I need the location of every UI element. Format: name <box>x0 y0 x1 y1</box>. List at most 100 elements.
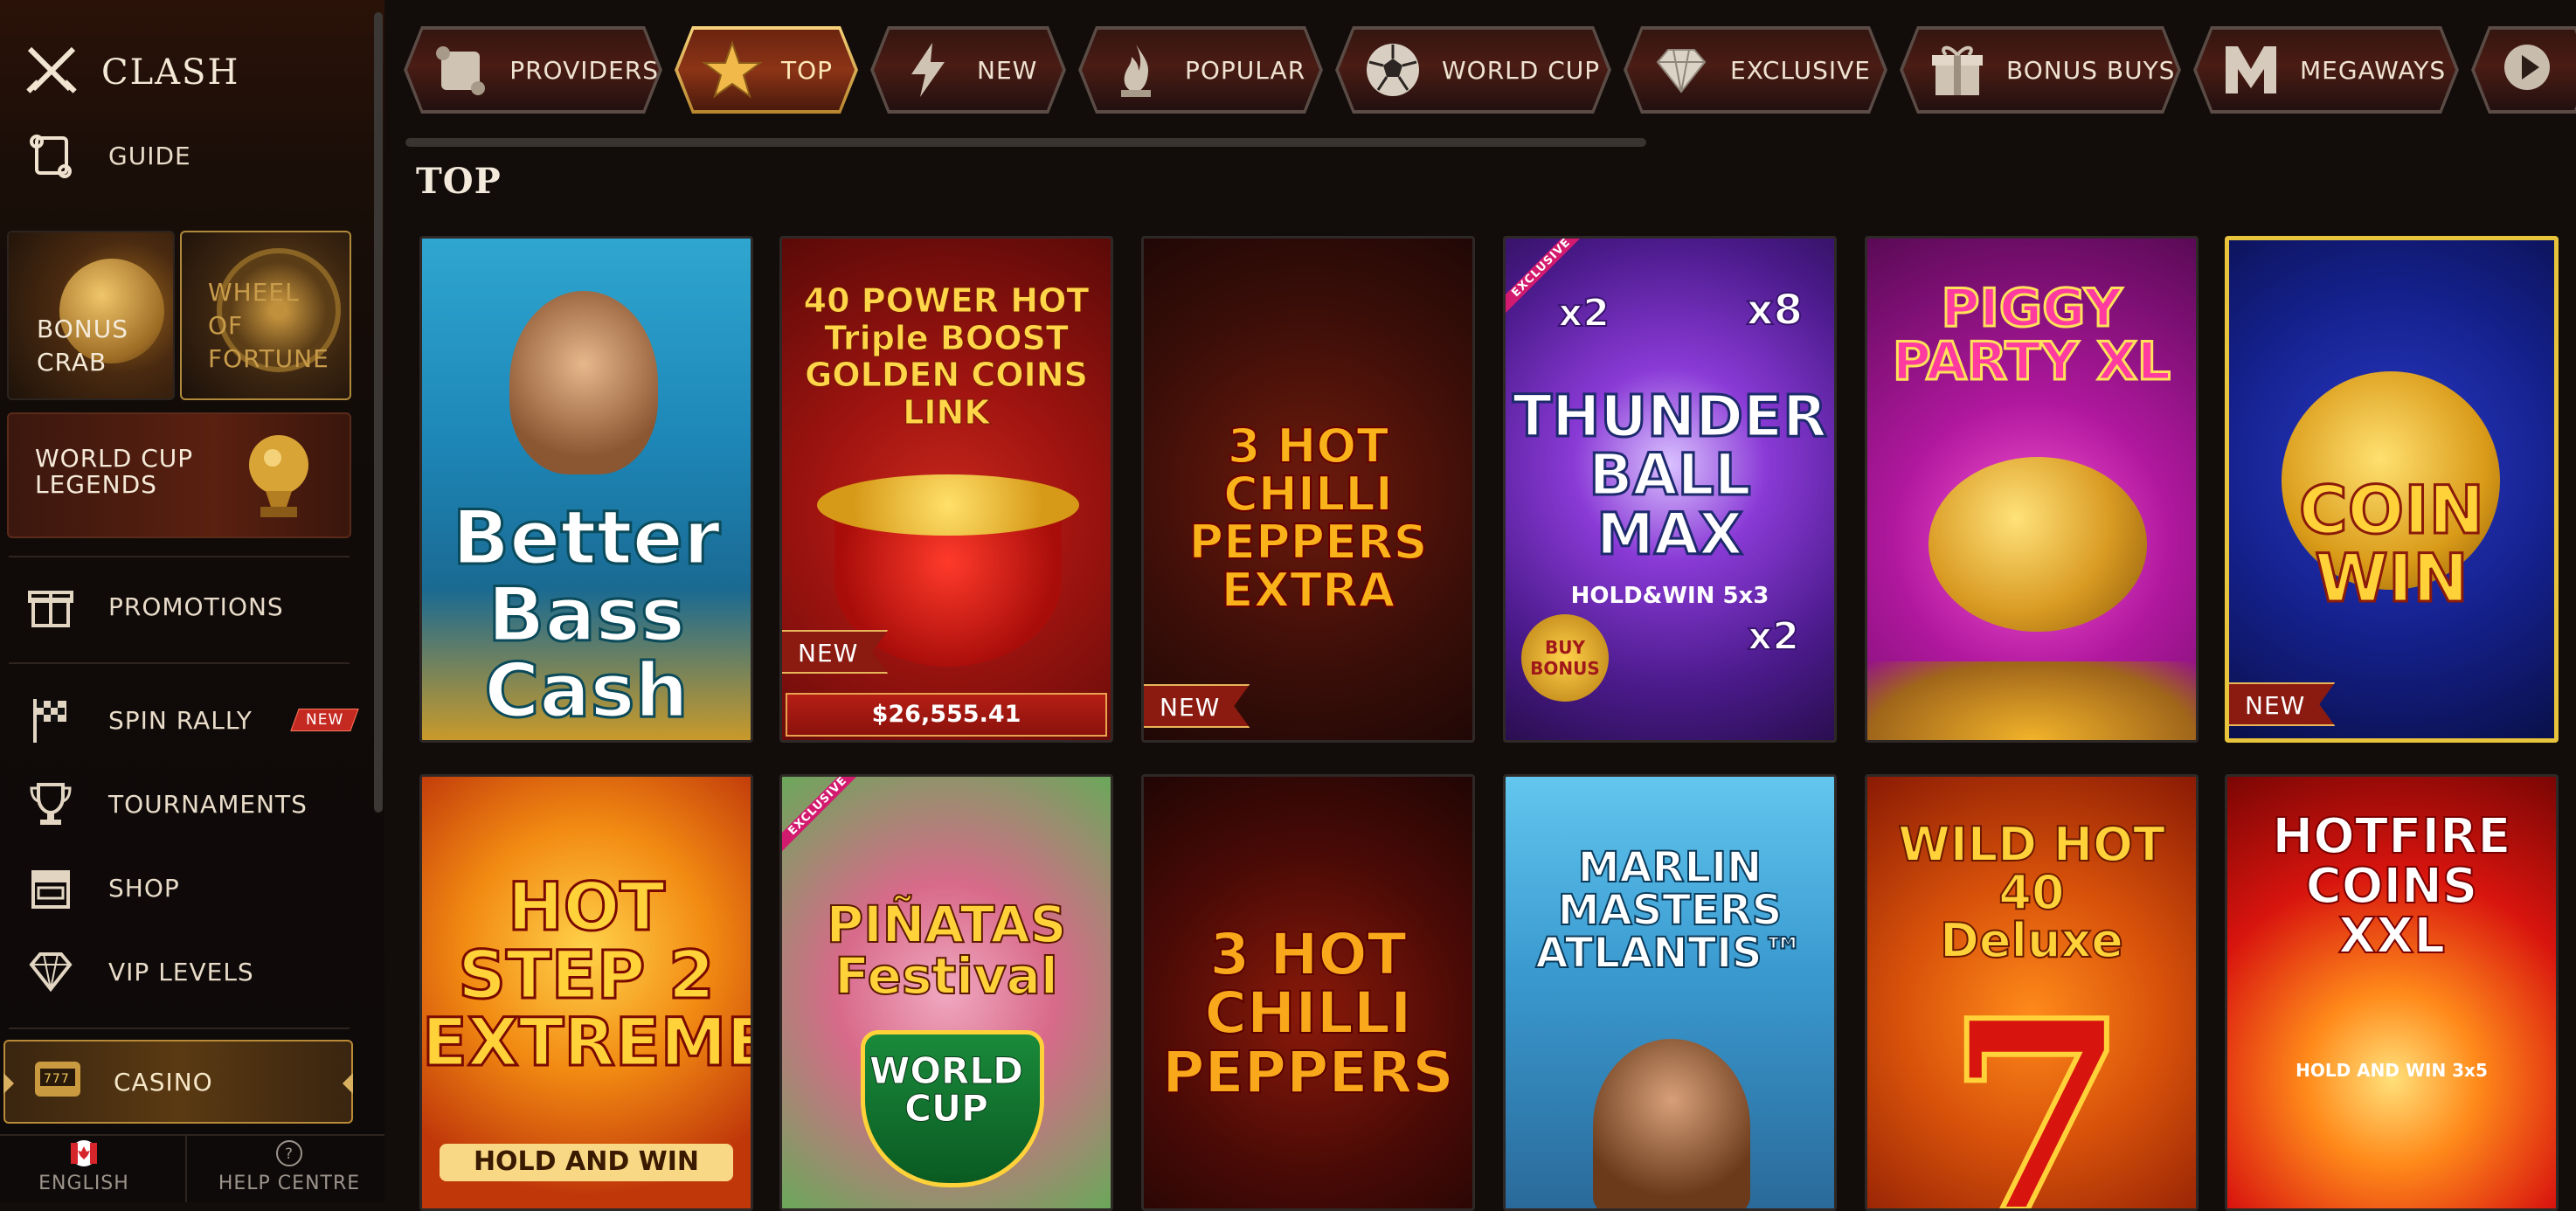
tab-label: MEGAWAYS <box>2300 55 2447 85</box>
multiplier-label: x2 <box>1557 290 1610 336</box>
game-title: COIN WIN <box>2297 471 2485 617</box>
game-title: PIGGY PARTY XL <box>1891 278 2171 393</box>
lightning-icon <box>893 35 963 105</box>
tab-exclusive[interactable]: EXCLUSIVE <box>1624 26 1887 114</box>
help-centre-link[interactable]: ? HELP CENTRE <box>215 1139 364 1202</box>
game-subtitle: HOLD&WIN 5x3 <box>1570 583 1769 609</box>
sidebar-item-promotions[interactable]: PROMOTIONS <box>24 582 284 631</box>
tab-top[interactable]: TOP <box>675 26 858 114</box>
sidebar-item-shop[interactable]: SHOP <box>24 863 180 912</box>
game-card[interactable]: WILD HOT 40 Deluxe 7 <box>1865 774 2199 1211</box>
buy-bonus-badge: BUY BONUS <box>1521 614 1609 702</box>
soccer-ball-icon <box>1358 35 1428 105</box>
tab-label: NEW <box>977 55 1038 85</box>
canada-flag-icon <box>70 1139 98 1173</box>
diamond-icon <box>1646 35 1716 105</box>
game-title: HOTFIRE COINS XXL <box>2271 808 2511 965</box>
tab-label: EXCLUSIVE <box>1730 55 1871 85</box>
tab-world-cup[interactable]: WORLD CUP <box>1335 26 1611 114</box>
golden-trophy-icon <box>239 430 318 524</box>
divider <box>9 1028 350 1029</box>
sidebar-item-vip-levels[interactable]: VIP LEVELS <box>24 947 254 996</box>
sidebar: CLASH GUIDE BONUS CRAB WHEEL OF FORTUNE … <box>0 0 384 1202</box>
game-card[interactable]: MARLIN MASTERS ATLANTIS™ <box>1503 774 1837 1211</box>
game-title: 3 HOT CHILLI PEPPERS <box>1161 921 1455 1106</box>
sidebar-item-label: VIP LEVELS <box>108 957 254 986</box>
trophy-icon <box>24 779 77 828</box>
gift-box-icon <box>24 582 77 631</box>
tab-popular[interactable]: POPULAR <box>1078 26 1323 114</box>
wheel-of-fortune-tile[interactable]: WHEEL OF FORTUNE <box>180 231 351 400</box>
language-selector[interactable]: ENGLISH <box>31 1139 136 1202</box>
tab-megaways[interactable]: MEGAWAYS <box>2193 26 2459 114</box>
sidebar-item-label: PROMOTIONS <box>108 592 284 621</box>
game-title: THUNDER BALL MAX <box>1512 383 1829 568</box>
game-subtitle: HOLD AND WIN <box>440 1144 733 1181</box>
game-card[interactable]: Better Bass Cash <box>419 236 753 743</box>
svg-text:777: 777 <box>44 1072 70 1086</box>
game-card[interactable]: 3 HOT CHILLI PEPPERS <box>1141 774 1475 1211</box>
world-cup-legends-label: WORLD CUP LEGENDS <box>35 444 194 499</box>
help-label: HELP CENTRE <box>218 1173 361 1194</box>
lucky-seven-graphic: 7 <box>1943 963 2131 1211</box>
game-title: PIÑATAS Festival <box>826 895 1068 1007</box>
tabs-scrollbar[interactable] <box>405 138 1646 147</box>
section-title: TOP <box>416 161 502 202</box>
divider <box>9 662 350 664</box>
tab-label: PROVIDERS <box>509 55 659 85</box>
sidebar-item-label: CASINO <box>114 1067 213 1097</box>
tab-providers[interactable]: PROVIDERS <box>404 26 662 114</box>
new-badge: NEW <box>1144 684 1250 728</box>
game-card[interactable]: EXCLUSIVE x2 x8 THUNDER BALL MAX HOLD&WI… <box>1503 236 1837 743</box>
help-icon: ? <box>275 1139 303 1173</box>
tab-bonus-buys[interactable]: BONUS BUYS <box>1900 26 2181 114</box>
game-title: WILD HOT 40 Deluxe <box>1897 817 2166 969</box>
game-subtitle: HOLD AND WIN 3x5 <box>2296 1060 2488 1081</box>
sidebar-item-spin-rally[interactable]: SPIN RALLY NEW <box>24 695 359 744</box>
next-tabs-button[interactable] <box>2471 26 2576 114</box>
game-card[interactable]: HOTFIRE COINS XXL HOLD AND WIN 3x5 <box>2225 774 2559 1211</box>
sidebar-scrollbar[interactable] <box>374 12 383 813</box>
game-title: HOT STEP 2 EXTREME <box>422 868 753 1082</box>
jackpot-amount: $26,555.41 <box>786 693 1107 737</box>
game-title: 40 POWER HOT Triple BOOST GOLDEN COINS L… <box>803 281 1090 432</box>
new-badge: NEW <box>290 709 359 731</box>
game-card[interactable]: PIGGY PARTY XL <box>1865 236 2199 743</box>
bonus-crab-tile[interactable]: BONUS CRAB <box>7 231 175 400</box>
game-card[interactable]: 40 POWER HOT Triple BOOST GOLDEN COINS L… <box>779 236 1113 743</box>
sidebar-item-casino[interactable]: 777 CASINO <box>3 1040 353 1124</box>
diamond-icon <box>24 947 77 996</box>
checkered-flag-icon <box>24 695 77 744</box>
game-card[interactable]: EXCLUSIVE PIÑATAS Festival WORLD CUP <box>779 774 1113 1211</box>
language-label: ENGLISH <box>38 1173 129 1194</box>
right-notch <box>343 1073 353 1094</box>
sidebar-item-label: GUIDE <box>108 141 191 170</box>
poseidon-character <box>1593 1039 1750 1208</box>
game-card[interactable]: COIN WIN NEW <box>2225 236 2559 743</box>
sidebar-item-guide[interactable]: GUIDE <box>24 131 191 180</box>
game-title: MARLIN MASTERS ATLANTIS™ <box>1534 843 1804 978</box>
game-title: 3 HOT CHILLI PEPPERS EXTRA <box>1188 419 1429 619</box>
game-card[interactable]: HOT STEP 2 EXTREME HOLD AND WIN <box>419 774 753 1211</box>
game-subtitle: WORLD CUP <box>869 1049 1024 1130</box>
brand-name: CLASH <box>101 52 240 93</box>
brand-logo[interactable]: CLASH <box>24 44 239 101</box>
fisherman-character <box>509 291 658 474</box>
game-card[interactable]: 3 HOT CHILLI PEPPERS EXTRA NEW <box>1141 236 1475 743</box>
divider <box>185 1136 187 1202</box>
gold-coins-graphic <box>1867 661 2196 740</box>
sidebar-item-label: SPIN RALLY <box>108 705 253 735</box>
tab-new[interactable]: NEW <box>870 26 1066 114</box>
world-cup-legends-tile[interactable]: WORLD CUP LEGENDS <box>7 412 351 538</box>
divider <box>9 556 350 557</box>
new-badge: NEW <box>2229 682 2335 726</box>
shop-icon <box>24 863 77 912</box>
scroll-icon <box>426 35 495 105</box>
game-title: Better Bass Cash <box>451 495 722 736</box>
multiplier-label: x8 <box>1746 285 1804 336</box>
sidebar-item-label: SHOP <box>108 873 180 903</box>
svg-text:?: ? <box>285 1145 294 1163</box>
flame-icon <box>1101 35 1171 105</box>
left-notch <box>3 1073 14 1094</box>
sidebar-item-tournaments[interactable]: TOURNAMENTS <box>24 779 308 828</box>
